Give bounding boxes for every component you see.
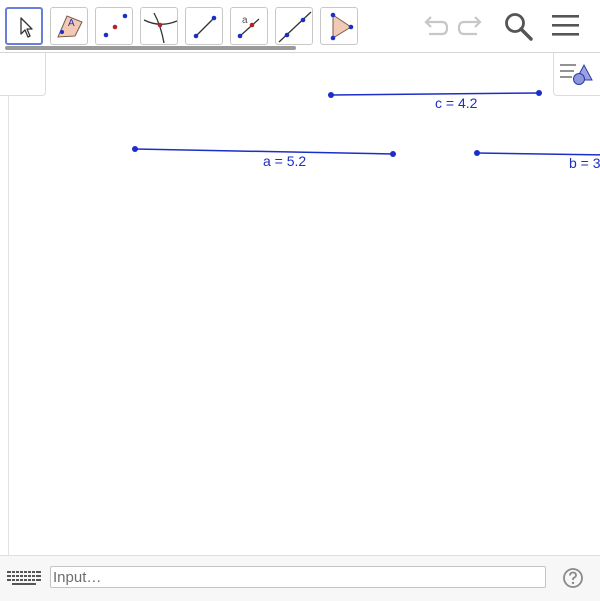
keyboard-icon — [7, 571, 41, 585]
segment-tool-button[interactable] — [185, 7, 223, 45]
text-tool-letter: A — [68, 18, 75, 29]
toolbar-scrollbar[interactable] — [5, 46, 296, 50]
line-tool-icon — [278, 11, 312, 43]
segment-c-end-point[interactable] — [536, 90, 542, 96]
keyboard-button[interactable] — [4, 567, 44, 589]
segment-length-tool-icon: a — [237, 15, 260, 39]
undo-icon — [424, 16, 449, 36]
undo-button[interactable] — [419, 10, 451, 42]
segment-b-label[interactable]: b = 3 — [569, 155, 600, 171]
intersect-tool-icon — [143, 12, 178, 44]
graphics-style-icon — [560, 63, 593, 85]
segment-a-end-point[interactable] — [390, 151, 396, 157]
search-icon — [505, 13, 533, 41]
segment-c-label[interactable]: c = 4.2 — [435, 95, 477, 111]
point-tool-button[interactable] — [95, 7, 133, 45]
segment-length-tool-button[interactable]: a — [230, 7, 268, 45]
segment-c-start-point[interactable] — [328, 92, 334, 98]
move-tool-icon — [20, 17, 33, 38]
polygon-tool-button[interactable] — [320, 7, 358, 45]
intersect-tool-button[interactable] — [140, 7, 178, 45]
move-tool-button[interactable] — [5, 7, 43, 45]
redo-button[interactable] — [455, 10, 487, 42]
input-bar — [0, 555, 600, 601]
menu-button[interactable] — [550, 10, 582, 42]
segment-b-start-point[interactable] — [474, 150, 480, 156]
help-icon — [563, 568, 583, 588]
point-tool-icon — [103, 13, 128, 38]
line-tool-button[interactable] — [275, 7, 313, 45]
text-tool-icon: A — [57, 15, 83, 38]
input-field[interactable] — [50, 566, 546, 588]
menu-icon — [552, 15, 579, 36]
graphics-view[interactable]: c = 4.2 a = 5.2 b = 3 — [9, 53, 600, 555]
polygon-tool-icon — [330, 12, 354, 41]
segment-a-label[interactable]: a = 5.2 — [263, 153, 306, 169]
style-bar-toggle-button[interactable] — [553, 53, 600, 96]
segment-tool-icon — [193, 15, 217, 39]
segment-length-tool-letter: a — [242, 15, 248, 26]
search-button[interactable] — [502, 10, 534, 42]
toolbar: A a — [0, 0, 600, 53]
help-button[interactable] — [562, 567, 584, 589]
redo-icon — [457, 16, 482, 36]
text-tool-button[interactable]: A — [50, 7, 88, 45]
graphics-canvas — [132, 90, 600, 157]
segment-a-start-point[interactable] — [132, 146, 138, 152]
